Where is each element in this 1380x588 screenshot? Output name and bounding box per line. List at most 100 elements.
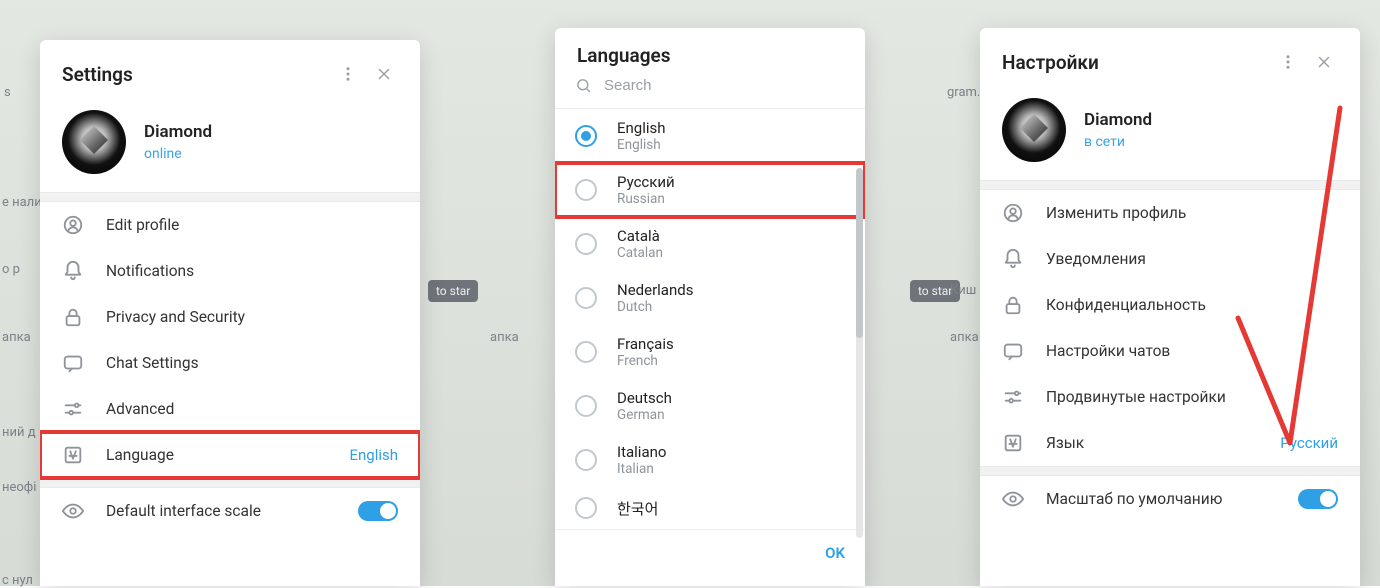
settings-row-bell[interactable]: Уведомления — [980, 236, 1360, 282]
avatar[interactable] — [62, 110, 126, 174]
default-scale-row[interactable]: Default interface scale — [40, 488, 420, 534]
lock-icon — [1002, 294, 1024, 316]
profile-section[interactable]: Diamond в сети — [980, 92, 1360, 180]
user-icon — [62, 214, 84, 236]
profile-section[interactable]: Diamond online — [40, 104, 420, 192]
close-button[interactable] — [1306, 44, 1342, 80]
settings-row-bell[interactable]: Notifications — [40, 248, 420, 294]
language-name: Italiano — [617, 443, 666, 461]
chat-icon — [62, 352, 84, 374]
language-option[interactable]: CatalàCatalan — [555, 217, 865, 271]
settings-row-sliders[interactable]: Advanced — [40, 386, 420, 432]
user-icon — [1002, 202, 1024, 224]
sliders-icon — [62, 398, 84, 420]
dots-icon — [339, 65, 357, 83]
language-option[interactable]: DeutschGerman — [555, 379, 865, 433]
language-option[interactable]: EnglishEnglish — [555, 109, 865, 163]
avatar[interactable] — [1002, 98, 1066, 162]
profile-status: online — [144, 146, 212, 162]
row-value: English — [349, 446, 398, 464]
chat-icon — [1002, 340, 1024, 362]
lang-icon — [62, 444, 84, 466]
settings-row-sliders[interactable]: Продвинутые настройки — [980, 374, 1360, 420]
settings-row-user[interactable]: Edit profile — [40, 202, 420, 248]
eye-icon — [62, 500, 84, 522]
radio-icon[interactable] — [575, 179, 597, 201]
language-option[interactable]: FrançaisFrench — [555, 325, 865, 379]
settings-dialog-ru: Настройки Diamond в сети Изменить профил… — [980, 28, 1360, 586]
language-option[interactable]: ItalianoItalian — [555, 433, 865, 487]
language-name: Français — [617, 335, 674, 353]
language-subtitle: French — [617, 353, 674, 369]
search-input[interactable] — [604, 77, 845, 94]
user-icon — [62, 214, 84, 236]
dialog-title: Настройки — [1002, 51, 1270, 74]
language-name: Nederlands — [617, 281, 693, 299]
radio-icon[interactable] — [575, 449, 597, 471]
lang-icon — [62, 444, 84, 466]
divider — [40, 192, 420, 202]
bg-text: апка — [490, 330, 519, 345]
dialog-header: Languages — [555, 28, 865, 71]
lock-icon — [1002, 294, 1024, 316]
scale-toggle[interactable] — [358, 501, 398, 521]
language-list: EnglishEnglishРусскийRussianCatalàCatala… — [555, 109, 865, 529]
row-value: Русский — [1280, 434, 1338, 452]
bg-pill: to star — [428, 280, 478, 302]
default-scale-row[interactable]: Масштаб по умолчанию — [980, 476, 1360, 522]
radio-icon[interactable] — [575, 125, 597, 147]
chat-icon — [62, 352, 84, 374]
settings-row-lock[interactable]: Конфиденциальность — [980, 282, 1360, 328]
row-label: Уведомления — [1046, 250, 1338, 268]
radio-icon[interactable] — [575, 233, 597, 255]
language-name: 한국어 — [617, 498, 658, 519]
settings-row-lang[interactable]: Language English — [40, 432, 420, 478]
sliders-icon — [1002, 386, 1024, 408]
dialog-title: Languages — [577, 44, 847, 67]
row-label: Chat Settings — [106, 354, 398, 372]
settings-row-lock[interactable]: Privacy and Security — [40, 294, 420, 340]
settings-list: Изменить профиль Уведомления Конфиденциаль… — [980, 190, 1360, 466]
dialog-title: Settings — [62, 63, 330, 86]
search-icon — [575, 77, 592, 94]
language-option[interactable]: NederlandsDutch — [555, 271, 865, 325]
search-bar[interactable] — [555, 71, 865, 109]
radio-icon[interactable] — [575, 287, 597, 309]
settings-row-user[interactable]: Изменить профиль — [980, 190, 1360, 236]
language-option[interactable]: РусскийRussian — [555, 163, 865, 217]
radio-icon[interactable] — [575, 341, 597, 363]
ok-button[interactable]: OK — [825, 544, 845, 562]
bg-text: апка — [2, 330, 31, 345]
divider — [40, 478, 420, 488]
scrollbar[interactable] — [856, 168, 863, 538]
more-button[interactable] — [1270, 44, 1306, 80]
language-subtitle: English — [617, 137, 666, 153]
row-label: Language — [106, 446, 327, 464]
settings-row-chat[interactable]: Настройки чатов — [980, 328, 1360, 374]
dots-icon — [1279, 53, 1297, 71]
row-label: Advanced — [106, 400, 398, 418]
language-option[interactable]: 한국어 — [555, 487, 865, 529]
row-label: Default interface scale — [106, 502, 336, 520]
lang-icon — [1002, 432, 1024, 454]
bg-text: неофі — [2, 480, 36, 495]
settings-row-chat[interactable]: Chat Settings — [40, 340, 420, 386]
row-label: Продвинутые настройки — [1046, 388, 1338, 406]
more-button[interactable] — [330, 56, 366, 92]
sliders-icon — [1002, 386, 1024, 408]
profile-status: в сети — [1084, 134, 1152, 150]
settings-row-lang[interactable]: Язык Русский — [980, 420, 1360, 466]
scrollbar-thumb[interactable] — [856, 168, 863, 338]
bg-text: Киш — [950, 283, 976, 298]
lock-icon — [62, 306, 84, 328]
radio-icon[interactable] — [575, 395, 597, 417]
row-label: Notifications — [106, 262, 398, 280]
bell-icon — [1002, 248, 1024, 270]
row-label: Язык — [1046, 434, 1258, 452]
radio-icon[interactable] — [575, 497, 597, 519]
close-button[interactable] — [366, 56, 402, 92]
row-label: Конфиденциальность — [1046, 296, 1338, 314]
scale-toggle[interactable] — [1298, 489, 1338, 509]
language-subtitle: Dutch — [617, 299, 693, 315]
language-name: Català — [617, 227, 663, 245]
